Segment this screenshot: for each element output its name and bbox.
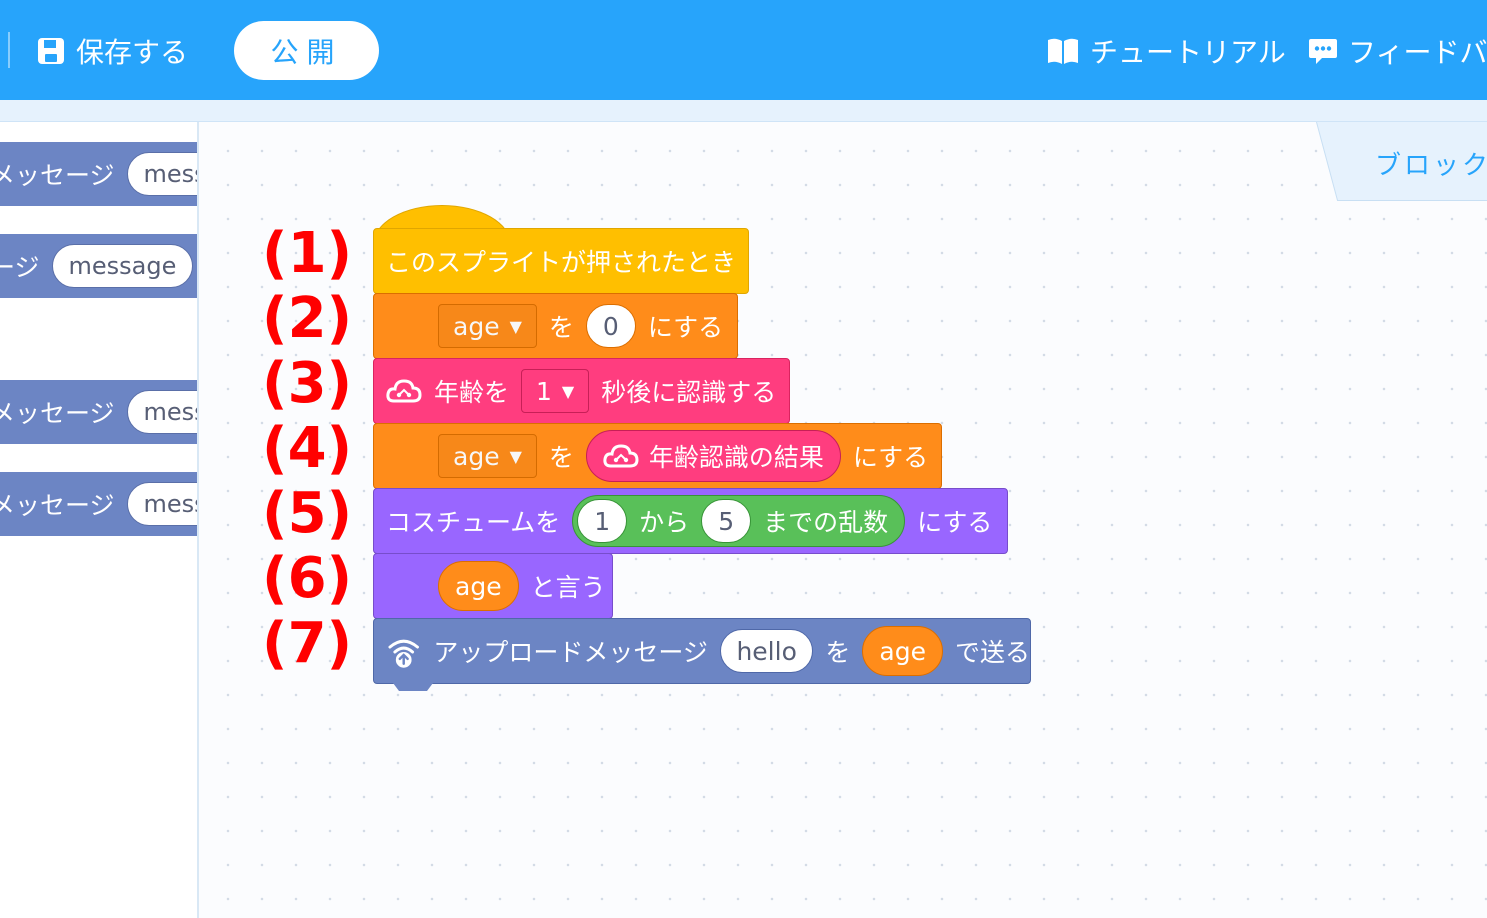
block-text: を: [548, 313, 574, 342]
palette-block-input[interactable]: message: [51, 244, 194, 288]
block-text: にする: [647, 313, 724, 342]
tutorial-button[interactable]: チュートリアル: [1046, 30, 1286, 72]
palette-block-message-3[interactable]: メッセージ mess: [0, 380, 197, 444]
palette-block-label: メッセージ: [0, 491, 115, 520]
switch-costume-block[interactable]: コスチュームを 1 から 5 までの乱数 にする: [373, 488, 1008, 554]
save-button[interactable]: 保存する: [36, 30, 188, 72]
reporter-text: までの乱数: [763, 508, 889, 537]
set-variable-result-block[interactable]: age ▼ を 年齢認識の結果 にする: [373, 423, 942, 489]
value-input[interactable]: 0: [585, 304, 636, 348]
variable-dropdown-value: age: [453, 441, 500, 471]
message-input[interactable]: hello: [719, 629, 814, 673]
random-to-input[interactable]: 5: [701, 499, 752, 543]
when-sprite-clicked-block[interactable]: このスプライトが押されたとき: [373, 228, 749, 294]
feedback-button[interactable]: フィードバ: [1308, 30, 1487, 72]
say-block[interactable]: age と言う: [373, 553, 613, 619]
set-variable-block[interactable]: age ▼ を 0 にする: [373, 293, 738, 359]
variable-dropdown[interactable]: age ▼: [438, 434, 537, 478]
age-variable-reporter[interactable]: age: [862, 626, 943, 676]
block-text: にする: [917, 508, 993, 537]
wifi-upload-icon: [388, 639, 419, 668]
random-reporter[interactable]: 1 から 5 までの乱数: [572, 495, 906, 547]
dropdown-arrow-icon: ▼: [561, 381, 575, 401]
save-label: 保存する: [76, 36, 189, 69]
cloud-ai-icon: [603, 444, 639, 468]
block-text: で送る: [954, 638, 1030, 667]
palette-block-message-1[interactable]: メッセージ mess: [0, 142, 197, 206]
block-text: を: [825, 638, 851, 667]
block-tab-label[interactable]: ブロック: [1375, 145, 1487, 182]
feedback-label: フィードバ: [1348, 36, 1487, 69]
seconds-dropdown-value: 1: [536, 376, 552, 406]
book-icon: [1048, 38, 1078, 64]
variable-dropdown[interactable]: age ▼: [438, 304, 537, 348]
random-from-input[interactable]: 1: [577, 499, 628, 543]
block-bottom-notch: [393, 683, 433, 691]
block-text: を: [548, 443, 574, 472]
reporter-label: 年齢認識の結果: [648, 443, 824, 472]
chat-bubble-icon: [1309, 39, 1337, 64]
palette-block-label: ージ: [0, 253, 40, 282]
step-label-6: (6): [262, 546, 353, 611]
age-result-reporter[interactable]: 年齢認識の結果: [585, 430, 841, 482]
block-text: コスチュームを: [386, 508, 561, 537]
save-icon: [38, 38, 64, 64]
block-text: 年齢を: [434, 378, 510, 407]
palette-block-input[interactable]: mess: [126, 390, 197, 434]
step-label-5: (5): [262, 481, 353, 546]
dropdown-arrow-icon: ▼: [509, 446, 522, 466]
step-label-2: (2): [262, 286, 353, 351]
palette-block-input[interactable]: mess: [126, 482, 197, 526]
block-palette[interactable]: メッセージ mess ージ message メッセージ mess メッセージ m…: [0, 122, 199, 918]
reporter-text: から: [639, 508, 690, 537]
sub-bar: [0, 100, 1487, 122]
palette-block-label: メッセージ: [0, 161, 115, 190]
block-text: アップロードメッセージ: [433, 638, 708, 667]
dropdown-arrow-icon: ▼: [509, 316, 522, 336]
publish-button[interactable]: 公開: [234, 21, 379, 80]
block-text: にする: [852, 443, 929, 472]
tutorial-label: チュートリアル: [1090, 36, 1286, 69]
block-text: 秒後に認識する: [601, 378, 777, 407]
menu-divider: [8, 32, 10, 68]
palette-block-input[interactable]: mess: [126, 152, 197, 196]
step-label-4: (4): [262, 416, 353, 481]
cloud-ai-icon: [386, 379, 422, 403]
step-label-7: (7): [262, 611, 353, 676]
step-label-3: (3): [262, 351, 353, 416]
upload-message-block[interactable]: アップロードメッセージ hello を age で送る: [373, 618, 1031, 684]
palette-block-message-2[interactable]: ージ message: [0, 234, 197, 298]
seconds-dropdown[interactable]: 1 ▼: [521, 369, 590, 413]
hat-block-label: このスプライトが押されたとき: [386, 248, 737, 277]
top-menu-bar: 保存する 公開 チュートリアル フィードバ: [0, 0, 1487, 100]
step-label-1: (1): [262, 221, 353, 286]
recognize-age-block[interactable]: 年齢を 1 ▼ 秒後に認識する: [373, 358, 790, 424]
palette-block-label: メッセージ: [0, 399, 115, 428]
age-variable-reporter[interactable]: age: [438, 561, 519, 611]
variable-dropdown-value: age: [453, 311, 500, 341]
palette-block-message-4[interactable]: メッセージ mess: [0, 472, 197, 536]
publish-label: 公開: [270, 35, 343, 69]
block-text: と言う: [530, 573, 606, 602]
